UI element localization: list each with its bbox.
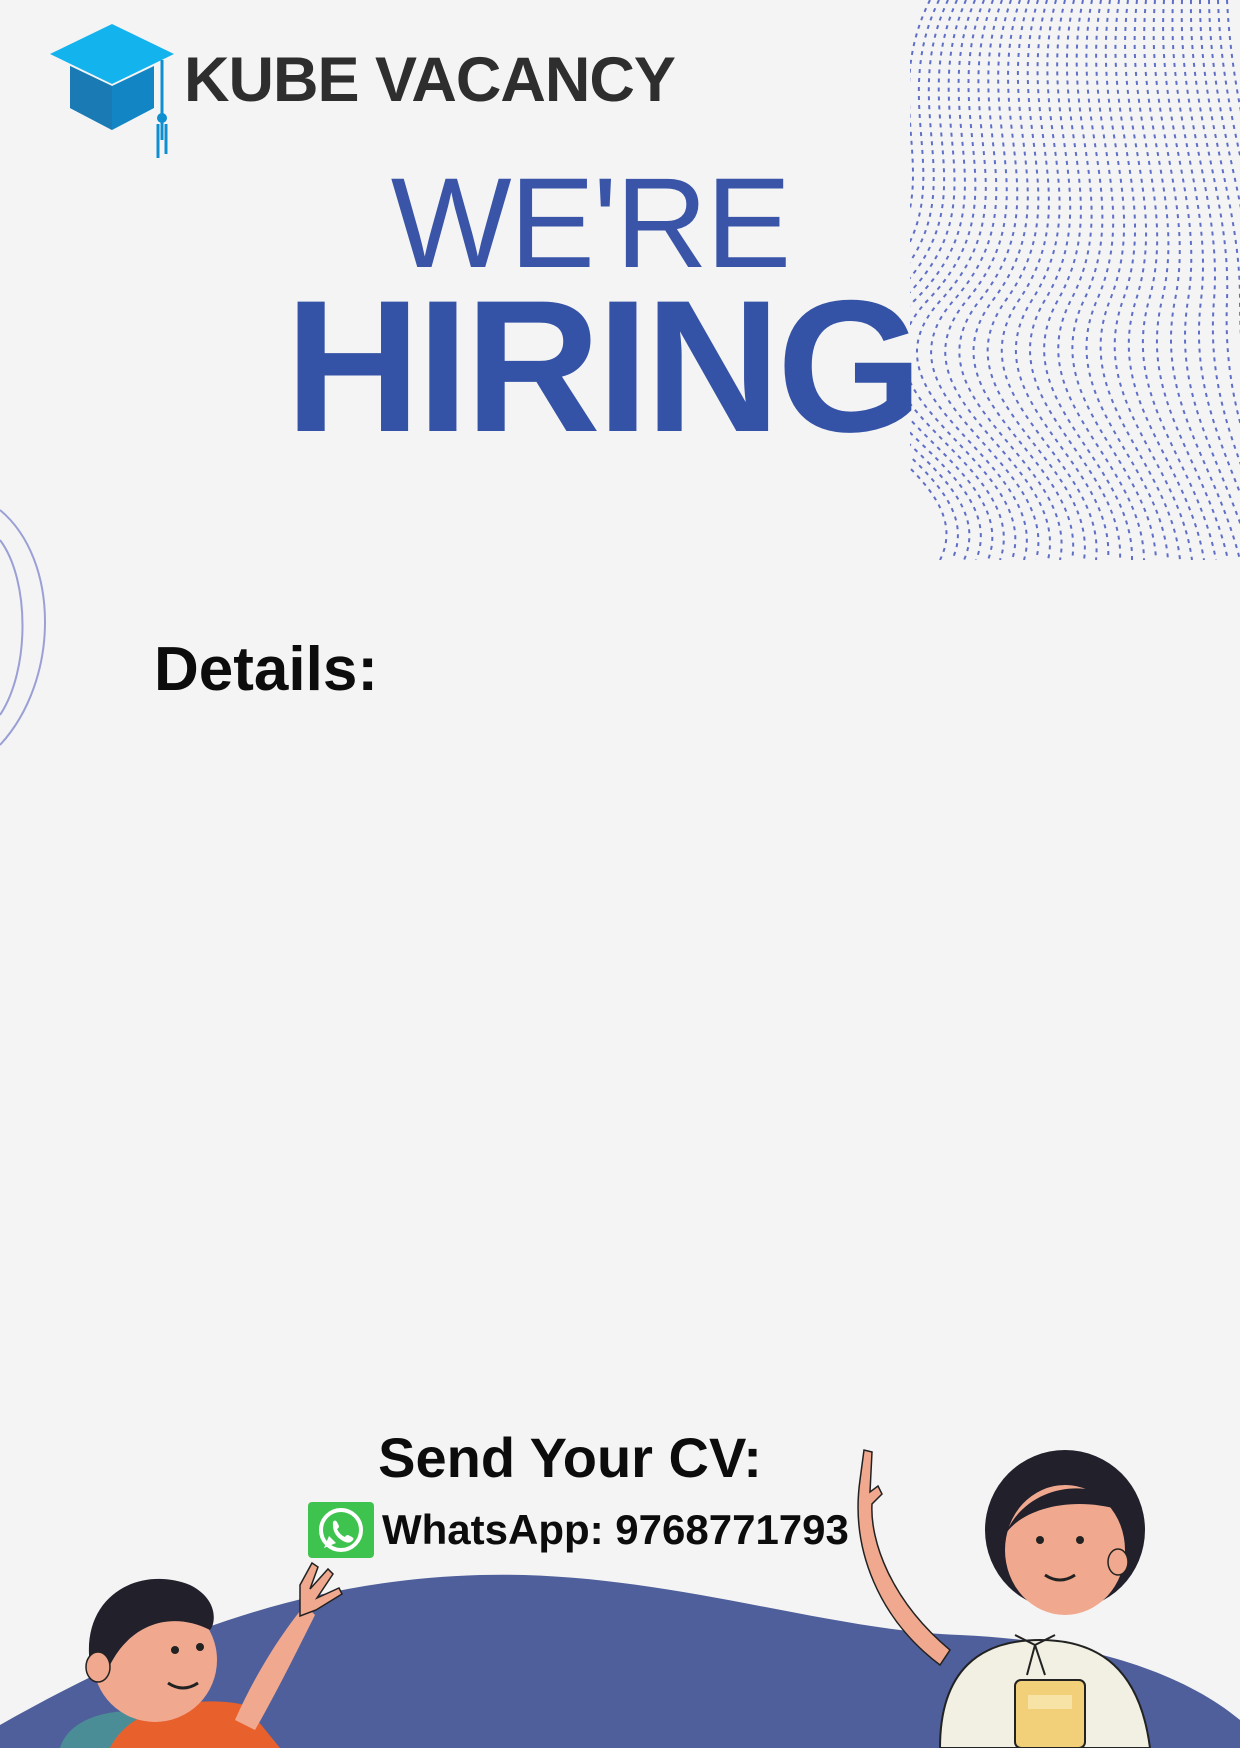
whatsapp-contact[interactable]: WhatsApp: 9768771793 bbox=[308, 1502, 849, 1558]
boy-illustration bbox=[60, 1561, 343, 1748]
graduation-cap-icon bbox=[50, 24, 174, 158]
arc-decoration bbox=[0, 509, 46, 746]
headline-hiring: HIRING bbox=[285, 261, 923, 471]
details-label: Details: bbox=[154, 635, 378, 704]
whatsapp-number: WhatsApp: 9768771793 bbox=[382, 1506, 849, 1553]
hiring-poster: KUBE VACANCY WE'RE HIRING Details: Send bbox=[0, 0, 1240, 1748]
whatsapp-icon bbox=[308, 1502, 374, 1558]
brand-name: KUBE VACANCY bbox=[184, 45, 676, 115]
send-cv-heading: Send Your CV: bbox=[378, 1426, 762, 1489]
